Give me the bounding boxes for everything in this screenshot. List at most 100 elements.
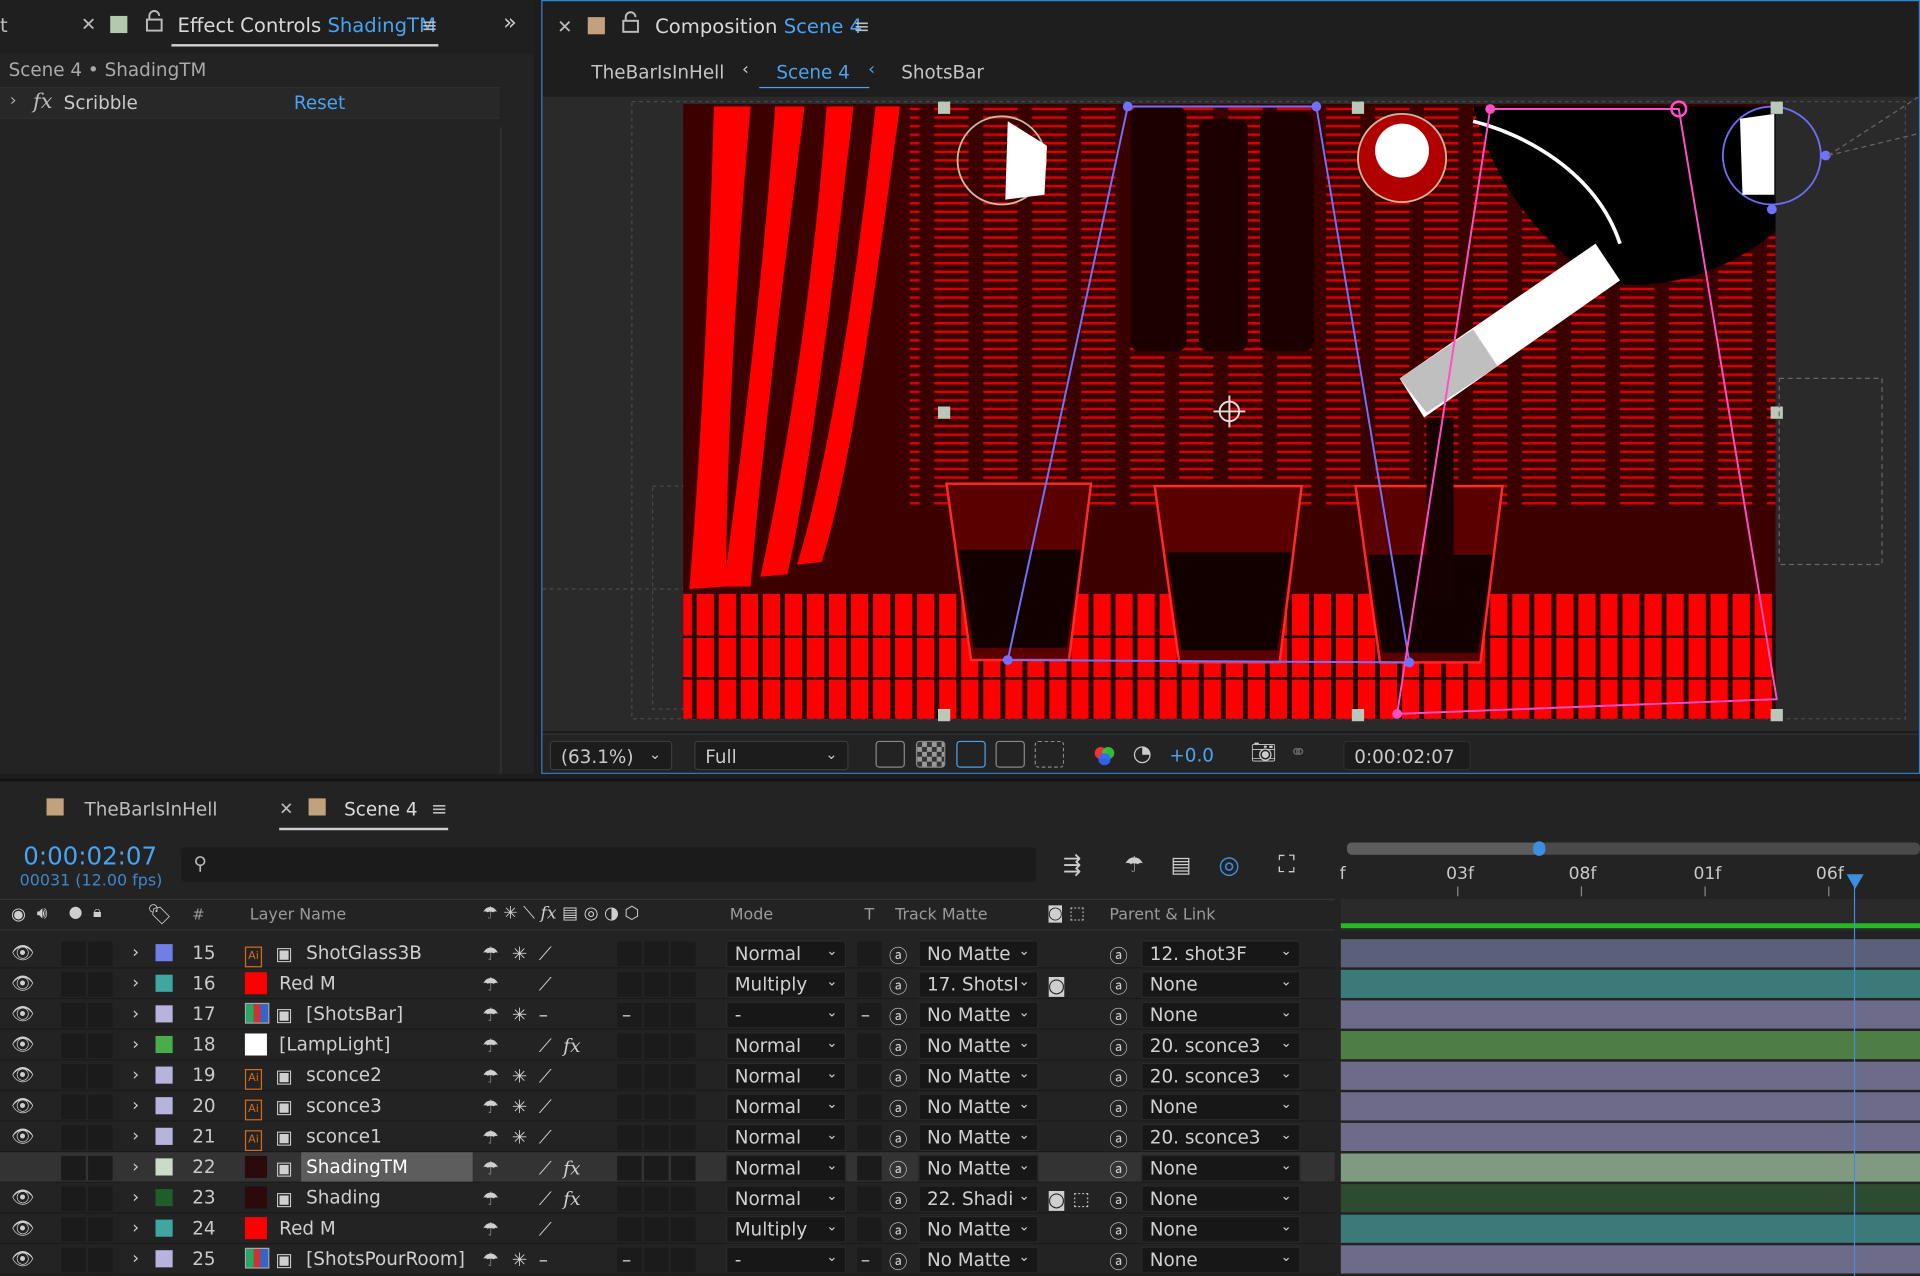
visibility-eye-icon[interactable]: 👁︎ (11, 1125, 34, 1147)
close-tab-icon[interactable]: ✕ (279, 800, 293, 820)
motion-blur-switch[interactable] (617, 941, 642, 967)
label-color-swatch[interactable] (155, 1066, 173, 1084)
motion-blur-switch[interactable] (617, 1064, 642, 1089)
collapse-transform-icon[interactable]: ✳ (512, 1096, 527, 1118)
collapse-transform-icon[interactable]: ✳ (512, 1127, 527, 1149)
graph-editor-icon[interactable]: ⛶ (1278, 851, 1294, 878)
parent-dropdown[interactable]: None ⌄ (1141, 1185, 1301, 1213)
layer-duration-bar[interactable] (1340, 969, 1920, 998)
layer-name-cell[interactable]: [ShotsPourRoom] (301, 1244, 472, 1273)
layer-row[interactable]: 👁︎ › 19 Ai ▣ sconce2 ☂ ✳ ⟋ Normal ⌄ ⓐ No Matte ⌄ ⓐ 20. … (0, 1060, 1335, 1092)
timeline-tab-scene4[interactable]: Scene 4 (344, 798, 418, 820)
layer-name-cell[interactable]: Red M (274, 969, 445, 998)
layer-row[interactable]: 👁︎ › 18 [LampLight] ☂ ⟋ fx Normal ⌄ ⓐ No Matte ⌄ ⓐ 20… (0, 1029, 1335, 1061)
lock-toggle[interactable] (88, 972, 113, 997)
solo-toggle[interactable] (61, 1125, 86, 1150)
panel-menu-icon[interactable]: ≡ (431, 797, 447, 820)
layer-search-input[interactable]: ⚲ (181, 847, 1036, 882)
parent-pickwhip-icon[interactable]: ⓐ (1109, 1218, 1127, 1244)
visibility-eye-icon[interactable]: 👁︎ (11, 942, 34, 964)
track-matte-dropdown[interactable]: No Matte ⌄ (918, 1246, 1039, 1274)
expand-chevron-icon[interactable]: › (132, 973, 139, 993)
matte-pickwhip-icon[interactable]: ⓐ (889, 1188, 907, 1214)
label-color-swatch[interactable] (155, 1005, 173, 1023)
expand-chevron-icon[interactable]: › (132, 1249, 139, 1269)
adjustment-switch[interactable] (644, 1247, 669, 1273)
layer-duration-bar[interactable] (1340, 1122, 1920, 1152)
blend-mode-dropdown[interactable]: Normal ⌄ (726, 1185, 847, 1213)
parent-dropdown[interactable]: None ⌄ (1141, 1001, 1301, 1029)
lock-toggle[interactable] (88, 1094, 113, 1120)
flow-item-thebarisinhell[interactable]: TheBarIsInHell (591, 61, 724, 83)
previous-tab-label[interactable]: t (0, 13, 8, 36)
parent-dropdown[interactable]: None ⌄ (1141, 1246, 1301, 1274)
work-area-start-handle[interactable] (1533, 841, 1546, 856)
blend-mode-dropdown[interactable]: - ⌄ (726, 1001, 847, 1029)
layer-name-cell[interactable]: sconce2 (301, 1060, 472, 1089)
expand-chevron-icon[interactable]: › (10, 91, 17, 111)
visibility-eye-icon[interactable]: 👁︎ (11, 1003, 34, 1025)
matte-pickwhip-icon[interactable]: ⓐ (889, 1035, 907, 1061)
grid-guides-icon[interactable] (1034, 740, 1065, 768)
solo-toggle[interactable] (61, 1247, 86, 1273)
parent-dropdown[interactable]: 20. sconce3 ⌄ (1141, 1032, 1301, 1060)
composition-viewer[interactable] (542, 96, 1919, 732)
composition-tab[interactable]: Composition Scene 4 (655, 15, 862, 38)
layer-duration-bar[interactable] (1340, 1061, 1920, 1090)
parent-pickwhip-icon[interactable]: ⓐ (1109, 1065, 1127, 1091)
blend-mode-dropdown[interactable]: Normal ⌄ (726, 1124, 847, 1152)
layer-duration-bar[interactable] (1340, 1245, 1920, 1274)
solo-toggle[interactable] (61, 1064, 86, 1089)
quality-switch-icon[interactable]: ⟋ (539, 1065, 552, 1087)
shy-switch-icon[interactable]: ☂ (482, 1157, 498, 1179)
parent-pickwhip-icon[interactable]: ⓐ (1109, 1249, 1127, 1275)
invert-matte-icon[interactable]: ⬚ (1073, 1188, 1090, 1210)
quality-switch-icon[interactable]: ⟋ (539, 943, 552, 965)
parent-pickwhip-icon[interactable]: ⓐ (1109, 1157, 1127, 1183)
adjustment-switch[interactable] (644, 1002, 669, 1028)
label-color-swatch[interactable] (155, 974, 173, 992)
3d-switch[interactable] (671, 1064, 696, 1089)
motion-blur-switch[interactable] (617, 1155, 642, 1181)
adjustment-switch[interactable] (644, 1125, 669, 1150)
parent-pickwhip-icon[interactable]: ⓐ (1109, 943, 1127, 969)
adjustment-switch[interactable] (644, 941, 669, 967)
lock-toggle[interactable] (88, 1125, 113, 1150)
quality-switch-icon[interactable]: ⟋ (539, 973, 552, 995)
layer-name-cell[interactable]: Shading (301, 1183, 472, 1212)
track-matte-dropdown[interactable]: No Matte ⌄ (918, 1062, 1039, 1090)
magnification-dropdown[interactable]: (63.1%) ⌄ (549, 740, 673, 771)
parent-pickwhip-icon[interactable]: ⓐ (1109, 1096, 1127, 1122)
blend-mode-dropdown[interactable]: Multiply ⌄ (726, 971, 847, 998)
snapshot-camera-icon[interactable]: 📷︎ (1250, 741, 1276, 765)
comp-flowchart-icon[interactable]: ⇶ (1063, 852, 1081, 878)
adjustment-switch[interactable] (644, 972, 669, 997)
resolution-dropdown[interactable]: Full ⌄ (694, 740, 849, 771)
effect-reset-link[interactable]: Reset (294, 92, 345, 114)
parent-dropdown[interactable]: None ⌄ (1141, 1154, 1301, 1182)
lock-toggle[interactable] (88, 1247, 113, 1273)
track-matte-dropdown[interactable]: No Matte ⌄ (918, 1154, 1039, 1182)
solo-toggle[interactable] (61, 1002, 86, 1028)
shy-switch-icon[interactable]: ☂ (482, 1218, 498, 1240)
matte-toggle-icon[interactable]: ◙ (1047, 1188, 1066, 1211)
layer-name-cell[interactable]: [LampLight] (274, 1030, 445, 1059)
label-color-swatch[interactable] (155, 1158, 173, 1176)
panel-menu-icon[interactable]: ≡ (421, 13, 437, 36)
effect-controls-tab[interactable]: Effect Controls ShadingTM (178, 13, 436, 36)
parent-dropdown[interactable]: 20. sconce3 ⌄ (1141, 1124, 1301, 1152)
3d-switch[interactable] (671, 941, 696, 967)
flow-item-shotsbar[interactable]: ShotsBar (901, 61, 984, 83)
solo-toggle[interactable] (61, 1186, 86, 1212)
blend-mode-dropdown[interactable]: Normal ⌄ (726, 940, 847, 968)
solo-toggle[interactable] (61, 1155, 86, 1181)
3d-switch[interactable] (671, 1247, 696, 1273)
layer-duration-bar[interactable] (1340, 1184, 1920, 1213)
close-tab-icon[interactable]: ✕ (557, 16, 572, 38)
layer-duration-bar[interactable] (1340, 939, 1920, 968)
lock-icon[interactable] (144, 10, 164, 37)
solo-toggle[interactable] (61, 1217, 86, 1242)
track-matte-dropdown[interactable]: No Matte ⌄ (918, 940, 1039, 968)
visibility-eye-icon[interactable]: 👁︎ (11, 1095, 34, 1117)
matte-pickwhip-icon[interactable]: ⓐ (889, 1249, 907, 1275)
